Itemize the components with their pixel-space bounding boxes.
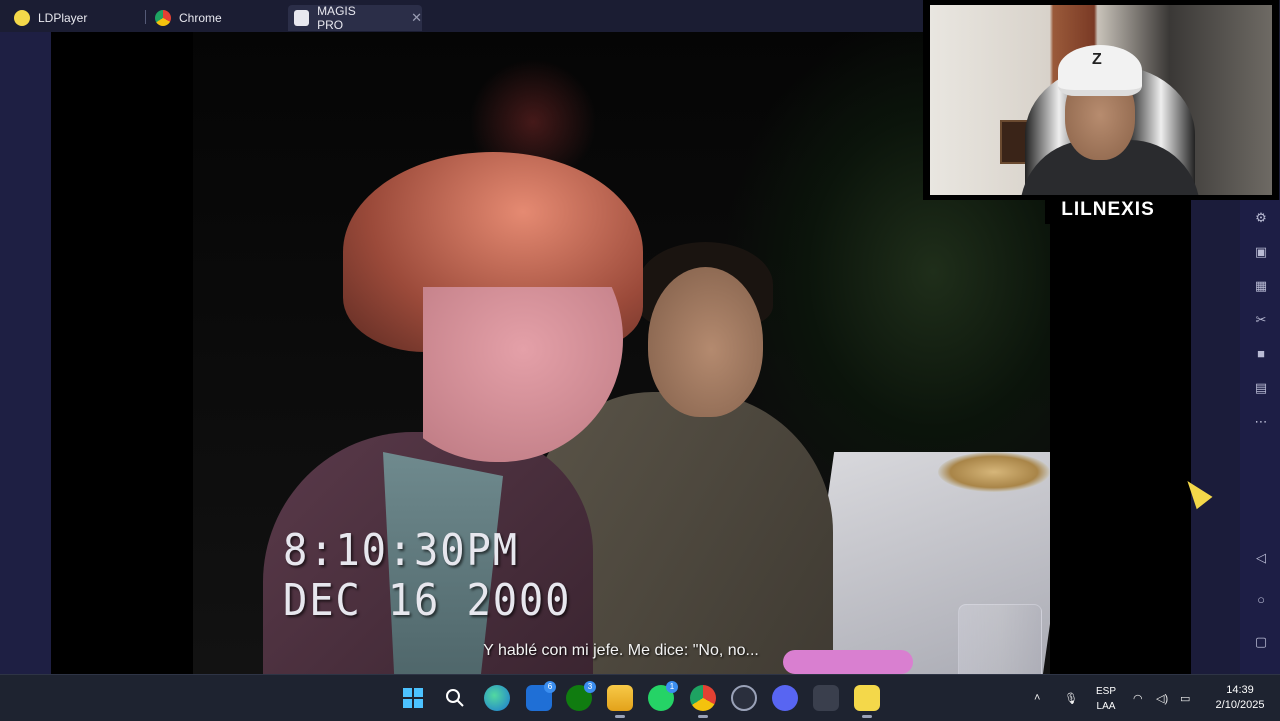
lang-bottom: LAA: [1096, 701, 1116, 712]
active-indicator: [862, 715, 872, 718]
active-indicator: [698, 715, 708, 718]
chrome-icon[interactable]: [690, 685, 716, 718]
streamer-cap: Z: [1058, 45, 1142, 96]
discord-icon[interactable]: [772, 685, 798, 711]
vhs-time: 8:10:30PM: [283, 525, 519, 576]
clock-date: 2/10/2025: [1215, 699, 1265, 711]
video-frame: 8:10:30PM DEC 16 2000: [193, 32, 1050, 674]
record-icon[interactable]: ■: [1252, 346, 1270, 362]
layers-icon[interactable]: ▤: [1252, 380, 1270, 396]
tray-overflow-icon[interactable]: ˄: [1034, 675, 1040, 721]
emulator-right-toolbar: ⚙ ▣ ▦ ✂ ■ ▤ ⋯ ◁ ○ ▢: [1240, 200, 1280, 674]
scissors-icon[interactable]: ✂: [1252, 312, 1270, 328]
chrome-icon: [155, 10, 171, 26]
microphone-icon[interactable]: 🎙: [1064, 675, 1078, 721]
scene-glass: [958, 604, 1042, 674]
streamer-name: LILNEXIS: [1061, 199, 1155, 220]
ldplayer-icon: [14, 10, 30, 26]
ldplayer-icon[interactable]: [854, 685, 880, 718]
more-icon[interactable]: ⋯: [1252, 414, 1270, 430]
start-icon[interactable]: [400, 685, 426, 711]
streamer-name-plate: LILNEXIS: [1045, 196, 1171, 224]
system-clock[interactable]: 14:39 2/10/2025: [1205, 683, 1275, 713]
window-icon[interactable]: ▣: [1252, 244, 1270, 260]
tab-label: LDPlayer: [38, 11, 88, 25]
tab-label: MAGIS PRO: [317, 4, 356, 32]
search-icon[interactable]: [442, 685, 468, 711]
magis-pro-icon: [294, 10, 310, 26]
tab-magis-pro[interactable]: MAGIS PRO ✕: [288, 4, 422, 32]
tab-separator: [145, 10, 146, 24]
wifi-icon[interactable]: ◠: [1133, 675, 1143, 721]
xbox-icon[interactable]: 3: [566, 681, 596, 711]
whatsapp-icon[interactable]: 1: [648, 681, 678, 711]
steam-icon[interactable]: [731, 685, 757, 711]
close-tab-icon[interactable]: ✕: [411, 10, 422, 26]
mail-badge: 6: [544, 681, 556, 693]
vhs-date: DEC 16 2000: [283, 575, 572, 626]
windows-taskbar: 6 3 1 ˄ 🎙 ESP LAA ◠ ◁) ▭ 14:39 2/10/2025: [0, 674, 1280, 721]
scene-man-head: [648, 267, 763, 417]
tab-chrome[interactable]: Chrome: [155, 5, 222, 31]
recents-icon[interactable]: ▢: [1252, 634, 1270, 650]
active-indicator: [615, 715, 625, 718]
cap-letter: Z: [1092, 51, 1102, 68]
gear-plus-icon[interactable]: ⚙: [1252, 210, 1270, 226]
mail-icon[interactable]: 6: [526, 681, 556, 711]
clock-time: 14:39: [1226, 684, 1254, 696]
vhs-timestamp: 8:10:30PM DEC 16 2000: [283, 526, 571, 626]
xbox-badge: 3: [584, 681, 596, 693]
media-icon[interactable]: [813, 685, 839, 711]
file-explorer-icon[interactable]: [607, 685, 633, 718]
webcam-overlay: Z: [923, 0, 1279, 200]
edge-icon[interactable]: [484, 685, 510, 711]
lang-top: ESP: [1095, 686, 1116, 697]
tab-label: Chrome: [179, 11, 222, 25]
robot-icon[interactable]: ▦: [1252, 278, 1270, 294]
back-icon[interactable]: ◁: [1252, 550, 1270, 566]
whatsapp-badge: 1: [666, 681, 678, 693]
tab-ldplayer[interactable]: LDPlayer: [14, 5, 87, 31]
webcam-feed: Z: [930, 5, 1272, 195]
video-subtitle: Y hablé con mi jefe. Me dice: "No, no...: [483, 642, 759, 659]
scene-plate: [938, 452, 1050, 492]
language-indicator[interactable]: ESP LAA: [1094, 684, 1118, 714]
home-icon[interactable]: ○: [1252, 592, 1270, 608]
battery-icon[interactable]: ▭: [1180, 675, 1190, 721]
emulator-left-strip: [0, 32, 51, 674]
volume-icon[interactable]: ◁): [1156, 675, 1168, 721]
